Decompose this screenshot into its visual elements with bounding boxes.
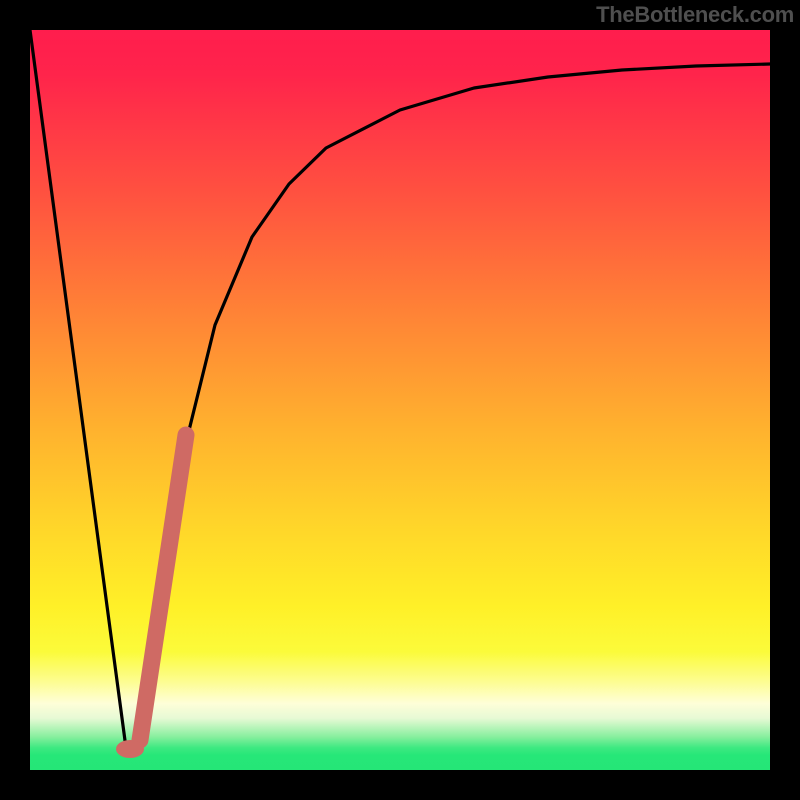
bottleneck-curve xyxy=(30,30,770,748)
highlight-segment xyxy=(140,435,186,740)
plot-area xyxy=(30,30,770,770)
optimal-marker xyxy=(116,740,144,758)
watermark-text: TheBottleneck.com xyxy=(596,2,794,28)
chart-svg xyxy=(30,30,770,770)
chart-frame: TheBottleneck.com xyxy=(0,0,800,800)
